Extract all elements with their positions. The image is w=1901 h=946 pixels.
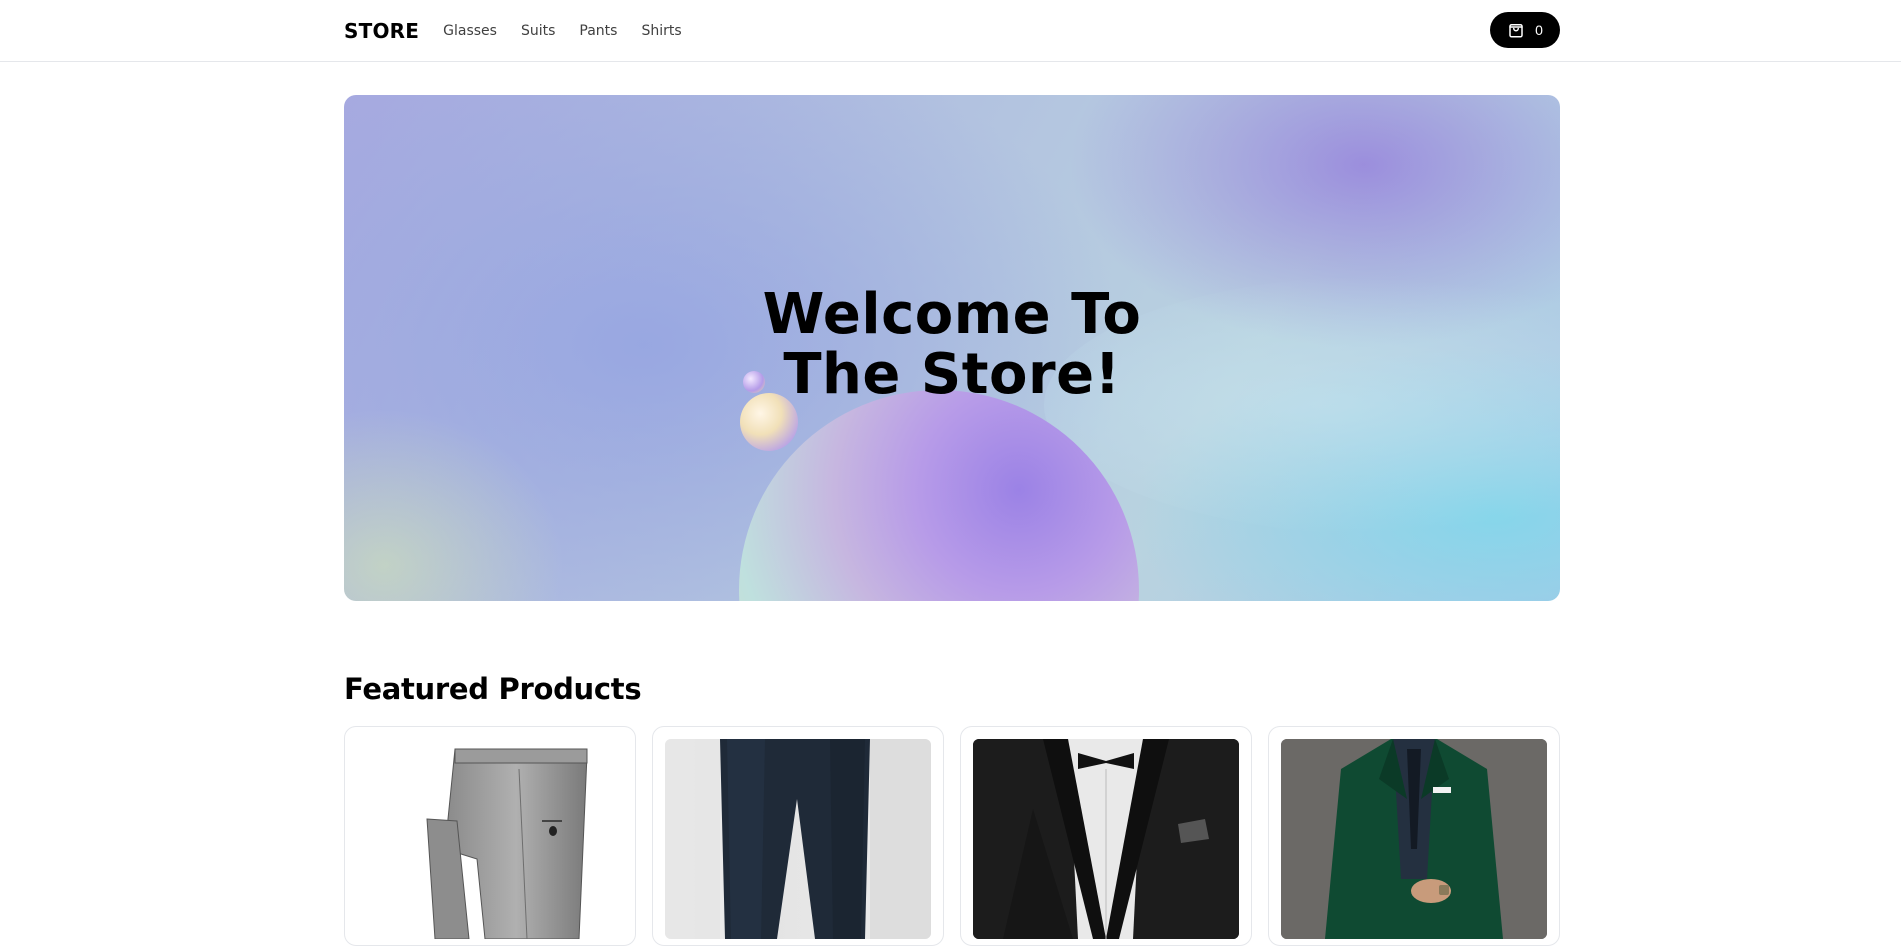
- nav-link-pants[interactable]: Pants: [579, 23, 617, 39]
- nav-link-shirts[interactable]: Shirts: [641, 23, 681, 39]
- cart-count: 0: [1535, 22, 1543, 38]
- cart-button[interactable]: 0: [1490, 12, 1560, 48]
- hero-banner: Welcome To The Store!: [344, 95, 1560, 601]
- hero-title: Welcome To The Store!: [344, 285, 1560, 405]
- featured-products-title: Featured Products: [344, 672, 642, 706]
- product-card[interactable]: [344, 726, 636, 946]
- product-card[interactable]: [652, 726, 944, 946]
- product-card[interactable]: [1268, 726, 1560, 946]
- nav-link-glasses[interactable]: Glasses: [443, 23, 497, 39]
- product-image-grey-pants: [357, 739, 623, 939]
- product-grid: [344, 726, 1560, 946]
- black-tuxedo-illustration: [973, 739, 1239, 939]
- store-logo-link[interactable]: STORE: [344, 19, 419, 43]
- main-nav: Glasses Suits Pants Shirts: [443, 23, 682, 39]
- product-image-black-tuxedo: [973, 739, 1239, 939]
- product-card[interactable]: [960, 726, 1252, 946]
- product-image-green-suit: [1281, 739, 1547, 939]
- shopping-bag-icon: [1509, 24, 1523, 38]
- navbar-inner: STORE Glasses Suits Pants Shirts 0: [344, 0, 1560, 61]
- green-suit-illustration: [1281, 739, 1547, 939]
- navbar: STORE Glasses Suits Pants Shirts 0: [0, 0, 1901, 62]
- grey-pants-illustration: [426, 748, 588, 939]
- nav-link-suits[interactable]: Suits: [521, 23, 555, 39]
- navy-jeans-illustration: [665, 739, 931, 939]
- hero-title-text: Welcome To The Store!: [762, 282, 1142, 407]
- product-image-navy-jeans: [665, 739, 931, 939]
